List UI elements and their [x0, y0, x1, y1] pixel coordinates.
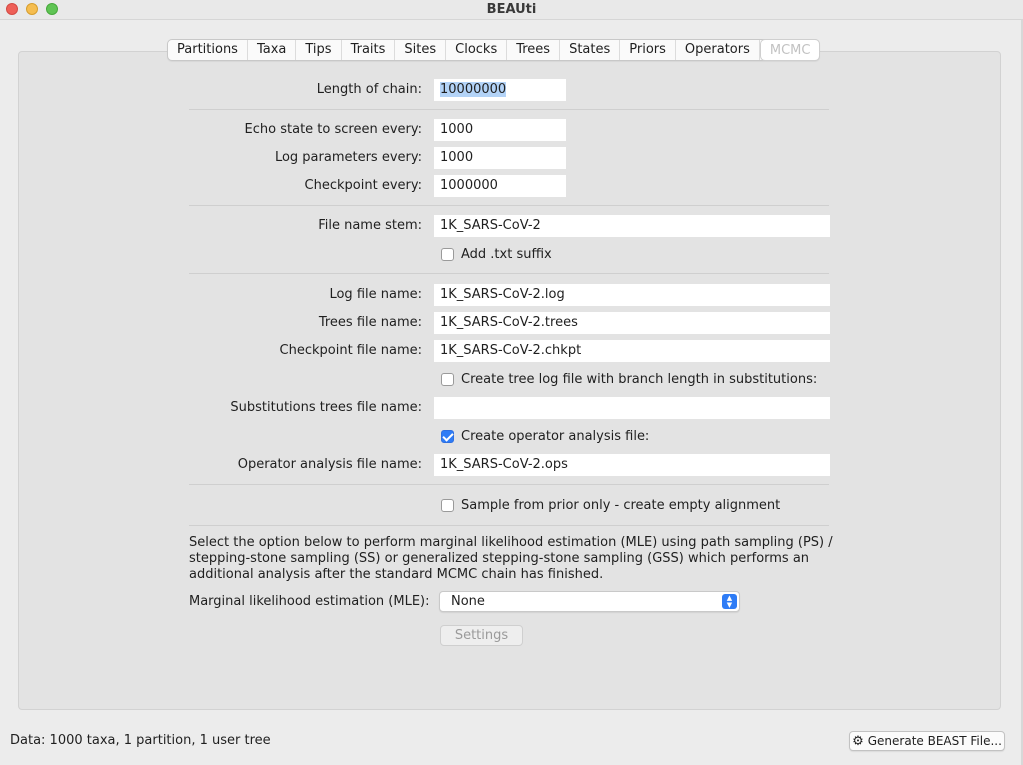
add-txt-label: Add .txt suffix: [461, 247, 552, 262]
log-params-field[interactable]: 1000: [434, 147, 566, 169]
mle-label: Marginal likelihood estimation (MLE):: [189, 594, 430, 609]
log-file-field[interactable]: 1K_SARS-CoV-2.log: [434, 284, 830, 306]
mle-description: Select the option below to perform margi…: [189, 535, 833, 582]
divider: [189, 109, 829, 110]
operator-analysis-label: Create operator analysis file:: [461, 429, 650, 444]
checkpoint-field[interactable]: 1000000: [434, 175, 566, 197]
chain-length-value: 10000000: [440, 82, 507, 97]
title-bar: BEAUti: [0, 0, 1023, 20]
tree-log-subst-label: Create tree log file with branch length …: [461, 372, 818, 387]
add-txt-checkbox[interactable]: [441, 248, 454, 261]
operator-analysis-checkbox[interactable]: [441, 430, 454, 443]
tab-clocks[interactable]: Clocks: [446, 40, 508, 60]
subst-trees-field[interactable]: [434, 397, 830, 419]
tab-operators[interactable]: Operators: [676, 40, 760, 60]
sample-prior-checkbox[interactable]: [441, 499, 454, 512]
tab-sites[interactable]: Sites: [395, 40, 447, 60]
tab-mcmc[interactable]: MCMC: [759, 39, 821, 61]
file-stem-field[interactable]: 1K_SARS-CoV-2: [434, 215, 830, 237]
gear-icon: ⚙: [852, 734, 864, 749]
generate-label: Generate BEAST File...: [867, 734, 1002, 748]
divider: [189, 525, 829, 526]
tree-log-subst-checkbox[interactable]: [441, 373, 454, 386]
trees-file-label: Trees file name:: [318, 315, 422, 330]
generate-beast-file-button[interactable]: ⚙ Generate BEAST File...: [849, 731, 1005, 751]
chain-length-label: Length of chain:: [316, 82, 422, 97]
tab-bar: Partitions Taxa Tips Traits Sites Clocks…: [167, 39, 821, 61]
data-summary: Data: 1000 taxa, 1 partition, 1 user tre…: [10, 733, 271, 748]
checkpoint-file-label: Checkpoint file name:: [279, 343, 422, 358]
tab-partitions[interactable]: Partitions: [168, 40, 248, 60]
trees-file-field[interactable]: 1K_SARS-CoV-2.trees: [434, 312, 830, 334]
checkpoint-file-field[interactable]: 1K_SARS-CoV-2.chkpt: [434, 340, 830, 362]
echo-label: Echo state to screen every:: [244, 122, 422, 137]
chevron-updown-icon: ▲ ▼: [722, 594, 737, 609]
tab-states[interactable]: States: [560, 40, 621, 60]
mle-select-value: None: [451, 594, 485, 609]
tab-taxa[interactable]: Taxa: [248, 40, 297, 60]
tab-priors[interactable]: Priors: [620, 40, 676, 60]
divider: [189, 205, 829, 206]
subst-trees-label: Substitutions trees file name:: [230, 400, 422, 415]
divider: [189, 484, 829, 485]
checkpoint-label: Checkpoint every:: [304, 178, 422, 193]
log-params-label: Log parameters every:: [274, 150, 422, 165]
sample-prior-label: Sample from prior only - create empty al…: [461, 498, 781, 513]
divider: [189, 273, 829, 274]
operator-file-label: Operator analysis file name:: [237, 457, 422, 472]
tab-traits[interactable]: Traits: [342, 40, 396, 60]
window-title: BEAUti: [486, 2, 537, 17]
tab-tips[interactable]: Tips: [296, 40, 342, 60]
tab-trees[interactable]: Trees: [507, 40, 561, 60]
log-file-label: Log file name:: [329, 287, 422, 302]
mle-select[interactable]: None ▲ ▼: [439, 591, 740, 612]
chain-length-field[interactable]: 10000000: [434, 79, 566, 101]
operator-file-field[interactable]: 1K_SARS-CoV-2.ops: [434, 454, 830, 476]
echo-field[interactable]: 1000: [434, 119, 566, 141]
settings-button[interactable]: Settings: [440, 625, 523, 646]
file-stem-label: File name stem:: [318, 218, 422, 233]
